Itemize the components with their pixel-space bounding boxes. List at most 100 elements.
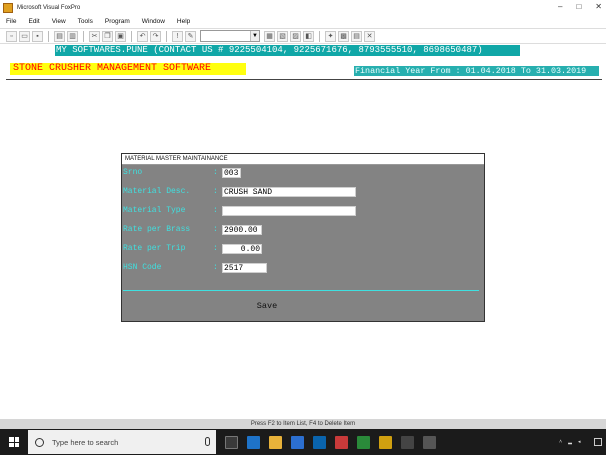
tools-icon[interactable]: ✕ <box>364 30 375 42</box>
minimize-icon[interactable]: – <box>558 2 562 11</box>
new-file-icon[interactable]: ▫ <box>6 30 17 42</box>
rate-per-trip-field[interactable]: 0.00 <box>222 244 262 254</box>
open-folder-icon[interactable]: ▭ <box>19 30 30 42</box>
status-hint: Press F2 to Item List, F4 to Delete Item <box>0 419 606 429</box>
copy-icon[interactable]: ❐ <box>102 30 113 42</box>
undo-icon[interactable]: ↶ <box>137 30 148 42</box>
company-contact-banner: MY SOFTWARES.PUNE (CONTACT US # 92255041… <box>55 45 520 56</box>
foxpro-desktop: Microsoft Visual FoxPro – □ ✕ File Edit … <box>0 0 606 455</box>
form-row-rate-per-trip: Rate per Trip : 0.00 <box>122 243 484 254</box>
menu-view[interactable]: View <box>52 18 66 25</box>
material-desc-label: Material Desc. <box>123 187 191 196</box>
menu-window[interactable]: Window <box>142 18 165 25</box>
foxpro-app-icon <box>3 2 13 13</box>
windows-logo-icon <box>9 437 19 447</box>
field-colon: : <box>213 168 218 177</box>
field-colon: : <box>213 206 218 215</box>
form-row-material-desc: Material Desc. : CRUSH SAND <box>122 186 484 197</box>
volume-icon[interactable]: ◂ <box>578 439 581 445</box>
app-red-icon[interactable] <box>335 435 348 449</box>
paste-icon[interactable]: ▣ <box>115 30 126 42</box>
system-clock[interactable] <box>586 435 588 449</box>
rate-per-trip-label: Rate per Trip <box>123 244 186 253</box>
cut-icon[interactable]: ✂ <box>89 30 100 42</box>
form-row-hsn-code: HSN Code : 2517 <box>122 262 484 273</box>
window-titlebar: Microsoft Visual FoxPro – □ ✕ <box>0 0 606 15</box>
form-designer-icon[interactable]: ▨ <box>290 30 301 42</box>
rate-per-brass-label: Rate per Brass <box>123 225 191 234</box>
data-session-icon[interactable]: ▧ <box>277 30 288 42</box>
hsn-code-field[interactable]: 2517 <box>222 263 267 273</box>
form-row-rate-per-brass: Rate per Brass : 2900.00 <box>122 224 484 235</box>
toolbar-separator <box>166 30 167 42</box>
form-row-material-type: Material Type : <box>122 205 484 216</box>
app-title-banner: STONE CRUSHER MANAGEMENT SOFTWARE <box>10 63 246 75</box>
redo-icon[interactable]: ↷ <box>150 30 161 42</box>
field-colon: : <box>213 225 218 234</box>
close-icon[interactable]: ✕ <box>595 2 602 11</box>
toolbar-separator <box>319 30 320 42</box>
modify-icon[interactable]: ✎ <box>185 30 196 42</box>
cortana-icon <box>35 437 44 447</box>
app-gray-icon[interactable] <box>423 435 436 449</box>
wizard-icon[interactable]: ✦ <box>325 30 336 42</box>
builder-icon[interactable]: ▩ <box>338 30 349 42</box>
menu-program[interactable]: Program <box>105 18 130 25</box>
toolbar-separator <box>48 30 49 42</box>
menu-tools[interactable]: Tools <box>78 18 93 25</box>
toolbar-separator <box>131 30 132 42</box>
microphone-icon[interactable] <box>205 437 210 446</box>
field-colon: : <box>213 244 218 253</box>
database-icon[interactable]: ◧ <box>303 30 314 42</box>
start-button[interactable] <box>0 429 28 455</box>
menu-bar: File Edit View Tools Program Window Help <box>0 15 606 27</box>
material-master-dialog: MATERIAL MASTER MAINTAINANCE Srno : 003 … <box>121 153 485 322</box>
report-icon[interactable]: ▤ <box>351 30 362 42</box>
foxpro-taskbar-icon[interactable] <box>379 435 392 449</box>
print-icon[interactable]: ▤ <box>54 30 65 42</box>
dialog-divider <box>123 290 479 291</box>
menu-file[interactable]: File <box>6 18 16 25</box>
toolbar-separator <box>83 30 84 42</box>
store-icon[interactable] <box>291 435 304 449</box>
menu-edit[interactable]: Edit <box>28 18 39 25</box>
app-dark-icon[interactable] <box>401 435 414 449</box>
network-icon[interactable]: ▂ <box>568 439 572 445</box>
standard-toolbar: ▫ ▭ ▪ ▤ ▥ ✂ ❐ ▣ ↶ ↷ ! ✎ ▼ ▦ ▧ ▨ ◧ ✦ ▩ ▤ … <box>0 28 606 44</box>
save-icon[interactable]: ▪ <box>32 30 43 42</box>
rate-per-brass-field[interactable]: 2900.00 <box>222 225 262 235</box>
srno-field[interactable]: 003 <box>222 168 241 178</box>
search-placeholder: Type here to search <box>52 437 119 447</box>
material-type-label: Material Type <box>123 206 186 215</box>
menu-help[interactable]: Help <box>177 18 190 25</box>
field-colon: : <box>213 187 218 196</box>
dialog-title: MATERIAL MASTER MAINTAINANCE <box>122 154 484 165</box>
material-desc-field[interactable]: CRUSH SAND <box>222 187 356 197</box>
notification-icon[interactable] <box>594 438 602 446</box>
run-icon[interactable]: ! <box>172 30 183 42</box>
edge-icon[interactable] <box>247 435 260 449</box>
form-row-srno: Srno : 003 <box>122 167 484 178</box>
window-title: Microsoft Visual FoxPro <box>17 4 81 11</box>
file-explorer-icon[interactable] <box>269 435 282 449</box>
field-colon: : <box>213 263 218 272</box>
header-divider <box>6 79 602 80</box>
taskbar-search[interactable]: Type here to search <box>28 430 216 454</box>
tray-chevron-icon[interactable]: ˄ <box>559 439 562 445</box>
toolbar-combo[interactable]: ▼ <box>200 30 260 42</box>
chevron-down-icon[interactable]: ▼ <box>250 31 259 41</box>
mail-icon[interactable] <box>313 435 326 449</box>
financial-year-banner: Financial Year From : 01.04.2018 To 31.0… <box>354 66 599 76</box>
srno-label: Srno <box>123 168 143 177</box>
print-preview-icon[interactable]: ▥ <box>67 30 78 42</box>
task-view-icon[interactable] <box>225 435 238 449</box>
maximize-icon[interactable]: □ <box>576 2 581 11</box>
hsn-code-label: HSN Code <box>123 263 162 272</box>
command-window-icon[interactable]: ▦ <box>264 30 275 42</box>
material-type-field[interactable] <box>222 206 356 216</box>
window-controls: – □ ✕ <box>558 2 602 11</box>
excel-icon[interactable] <box>357 435 370 449</box>
system-tray: ˄ ▂ ◂ <box>559 435 606 449</box>
save-button[interactable]: Save <box>252 300 282 312</box>
windows-taskbar: Type here to search ˄ ▂ ◂ <box>0 429 606 455</box>
